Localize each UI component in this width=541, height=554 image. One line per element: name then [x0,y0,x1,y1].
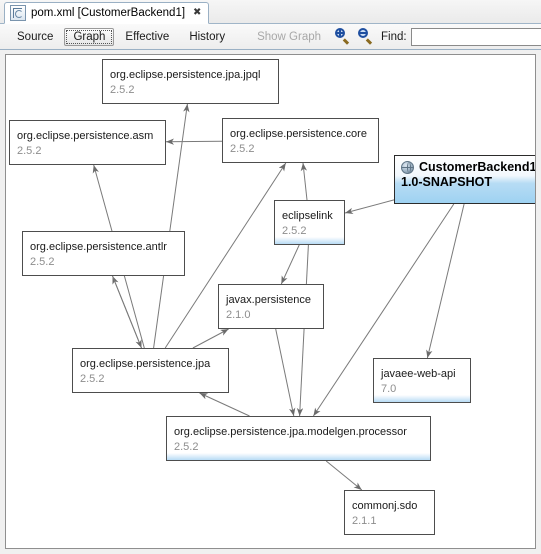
close-icon[interactable]: ✖ [193,8,201,18]
graph-node-name: org.eclipse.persistence.asm [17,130,154,142]
graph-node-commonj[interactable]: commonj.sdo 2.1.1 [344,490,435,535]
graph-node-eclipselink[interactable]: eclipselink 2.5.2 [274,200,345,245]
graph-edge [112,275,142,349]
zoom-in-icon[interactable] [334,28,351,45]
graph-node-version: 2.5.2 [174,441,199,453]
graph-node-name: org.eclipse.persistence.core [230,128,367,140]
graph-node-version: 2.5.2 [80,373,105,385]
graph-edge [165,138,223,145]
graph-edge [325,460,363,491]
dependency-graph-panel[interactable]: org.eclipse.persistence.jpa.jpql 2.5.2 org… [5,54,536,549]
graph-node-root[interactable]: CustomerBackend1 1.0-SNAPSHOT [394,155,536,204]
find-label: Find: [381,30,407,43]
tab-history[interactable]: History [180,28,234,46]
find-input[interactable] [410,27,541,46]
graph-node-asm[interactable]: org.eclipse.persistence.asm 2.5.2 [9,120,166,165]
graph-node-version: 7.0 [381,383,397,395]
graph-node-name: org.eclipse.persistence.jpa [80,358,211,370]
graph-edge [112,275,142,349]
graph-edge [192,328,229,349]
editor-tabstrip: pom.xml [CustomerBackend1] ✖ [0,0,541,24]
graph-node-name: org.eclipse.persistence.jpa.jpql [110,69,261,81]
graph-edge [300,162,308,201]
globe-icon [401,161,414,174]
tab-source[interactable]: Source [8,28,62,46]
xml-file-icon [10,5,26,21]
graph-node-version: 2.5.2 [230,143,255,155]
editor-tab-label: pom.xml [CustomerBackend1] [31,7,186,19]
dependency-graph-canvas[interactable]: org.eclipse.persistence.jpa.jpql 2.5.2 org… [6,55,535,548]
pom-editor-window: pom.xml [CustomerBackend1] ✖ Source Grap… [0,0,541,554]
graph-node-version: 1.0-SNAPSHOT [401,175,492,189]
tab-effective[interactable]: Effective [116,28,178,46]
graph-node-modelgen[interactable]: org.eclipse.persistence.jpa.modelgen.pro… [166,416,431,461]
graph-node-version: 2.5.2 [30,256,55,268]
editor-toolbar: Source Graph Effective History Show Grap… [0,24,541,50]
graph-edge [426,203,465,359]
graph-node-name: org.eclipse.persistence.jpa.modelgen.pro… [174,426,407,438]
graph-node-version: 2.5.2 [110,84,135,96]
graph-node-version: 2.1.1 [352,515,377,527]
graph-node-javaxpers[interactable]: javax.persistence 2.1.0 [218,284,324,329]
editor-tab-pom-xml[interactable]: pom.xml [CustomerBackend1] ✖ [4,2,210,24]
show-graph-button[interactable]: Show Graph [248,28,330,46]
graph-edge [275,328,296,417]
graph-node-name: CustomerBackend1 [419,160,536,174]
graph-node-name: commonj.sdo [352,500,418,512]
graph-node-name: javaee-web-api [381,368,456,380]
tab-graph[interactable]: Graph [64,27,115,46]
graph-node-name: eclipselink [282,210,333,222]
graph-node-name: org.eclipse.persistence.antlr [30,241,167,253]
graph-edge [280,244,300,285]
zoom-out-icon[interactable] [357,28,374,45]
graph-node-webapi[interactable]: javaee-web-api 7.0 [373,358,471,403]
graph-node-jpql[interactable]: org.eclipse.persistence.jpa.jpql 2.5.2 [102,59,279,104]
graph-node-jpa[interactable]: org.eclipse.persistence.jpa 2.5.2 [72,348,229,393]
graph-edge [199,392,250,417]
graph-node-core[interactable]: org.eclipse.persistence.core 2.5.2 [222,118,379,163]
graph-node-version: 2.5.2 [17,145,42,157]
graph-node-version: 2.5.2 [282,225,307,237]
graph-node-antlr[interactable]: org.eclipse.persistence.antlr 2.5.2 [22,231,185,276]
graph-node-name: javax.persistence [226,294,311,306]
graph-edge [296,244,309,417]
graph-node-version: 2.1.0 [226,309,251,321]
graph-edge [344,199,395,215]
